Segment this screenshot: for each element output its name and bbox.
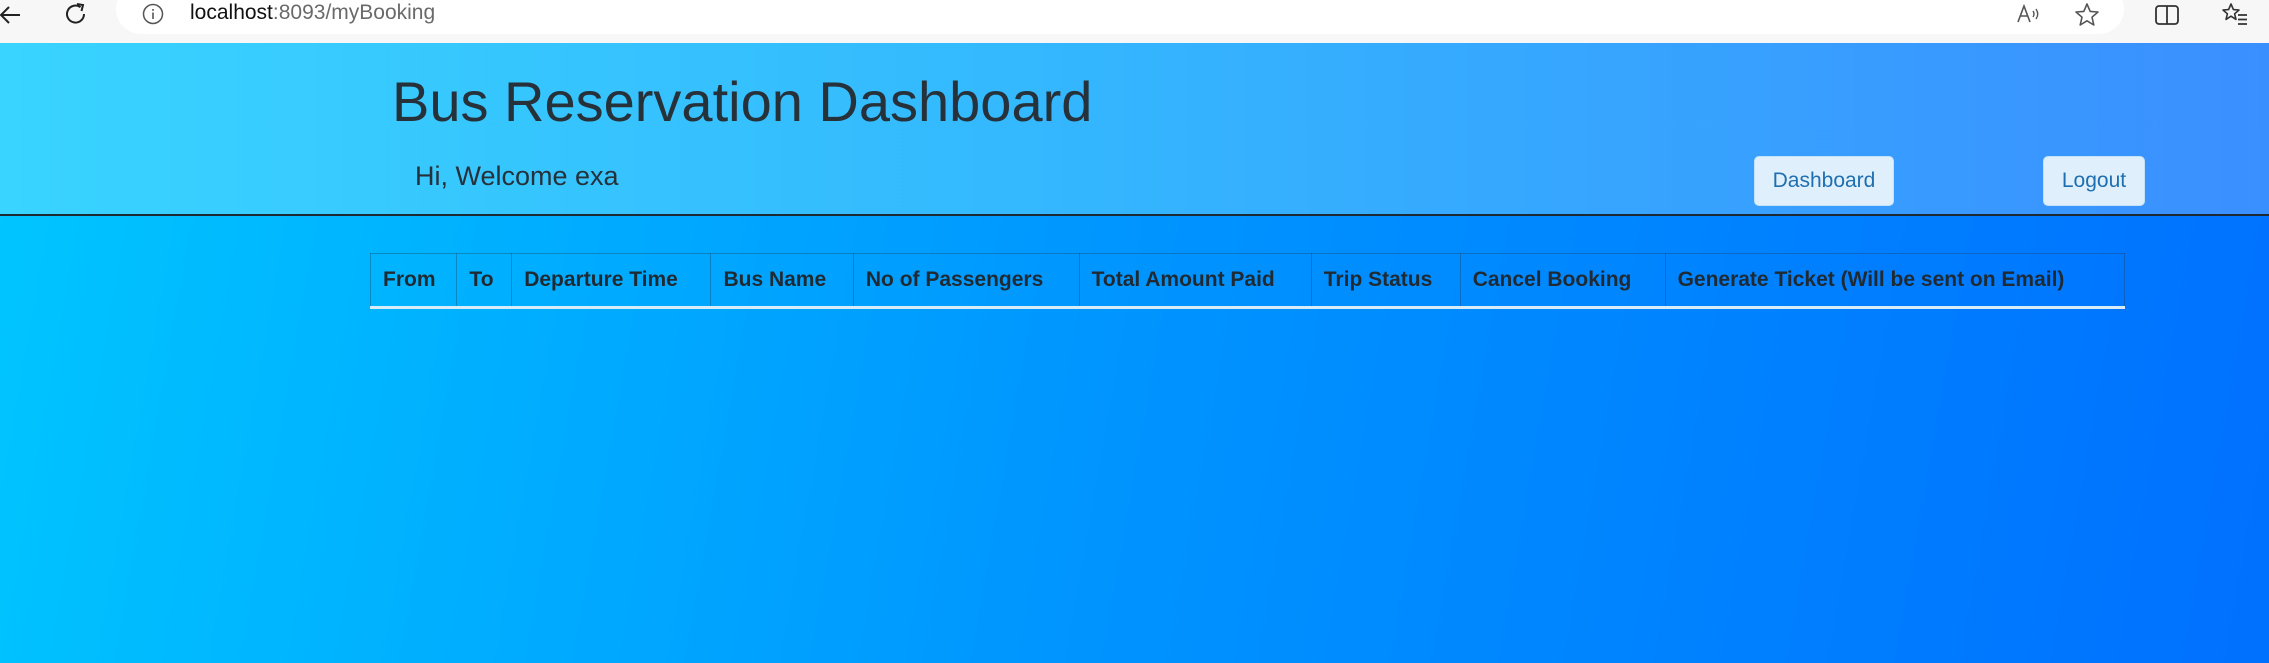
reload-icon xyxy=(66,3,86,24)
back-button[interactable] xyxy=(0,0,28,30)
read-aloud-icon[interactable] xyxy=(2012,0,2046,30)
welcome-message: Hi, Welcome exa xyxy=(415,161,619,191)
favorites-icon[interactable] xyxy=(2218,0,2252,30)
browser-toolbar: localhost:8093/myBooking xyxy=(0,0,2269,44)
column-cancel-booking: Cancel Booking xyxy=(1459,253,1666,309)
column-departure-time: Departure Time xyxy=(511,253,712,309)
split-screen-icon[interactable] xyxy=(2150,0,2184,30)
dashboard-button[interactable]: Dashboard xyxy=(1754,156,1894,206)
column-no-of-passengers: No of Passengers xyxy=(852,253,1080,309)
url-host: localhost xyxy=(190,1,273,24)
column-total-amount-paid: Total Amount Paid xyxy=(1078,253,1312,309)
arrow-left-icon xyxy=(0,6,20,24)
info-icon[interactable] xyxy=(142,3,164,25)
page-title: Bus Reservation Dashboard xyxy=(392,70,1093,133)
reload-button[interactable] xyxy=(58,0,94,30)
column-generate-ticket: Generate Ticket (Will be sent on Email) xyxy=(1664,253,2126,309)
url-text[interactable]: localhost:8093/myBooking xyxy=(190,1,435,25)
column-bus-name: Bus Name xyxy=(710,253,854,309)
page-content: Bus Reservation Dashboard Hi, Welcome ex… xyxy=(0,43,2269,663)
column-trip-status: Trip Status xyxy=(1310,253,1461,309)
star-icon[interactable] xyxy=(2070,0,2104,30)
page-header: Bus Reservation Dashboard Hi, Welcome ex… xyxy=(0,43,2269,216)
url-path: :8093/myBooking xyxy=(272,1,436,24)
header-row: From To Departure Time Bus Name No of Pa… xyxy=(369,253,2126,309)
bookings-table: From To Departure Time Bus Name No of Pa… xyxy=(369,253,2126,309)
bookings-table-header: From To Departure Time Bus Name No of Pa… xyxy=(369,253,2126,309)
logout-button[interactable]: Logout xyxy=(2043,156,2145,206)
address-bar[interactable]: localhost:8093/myBooking xyxy=(116,0,2124,34)
column-to: To xyxy=(456,253,513,309)
column-from: From xyxy=(369,253,458,309)
